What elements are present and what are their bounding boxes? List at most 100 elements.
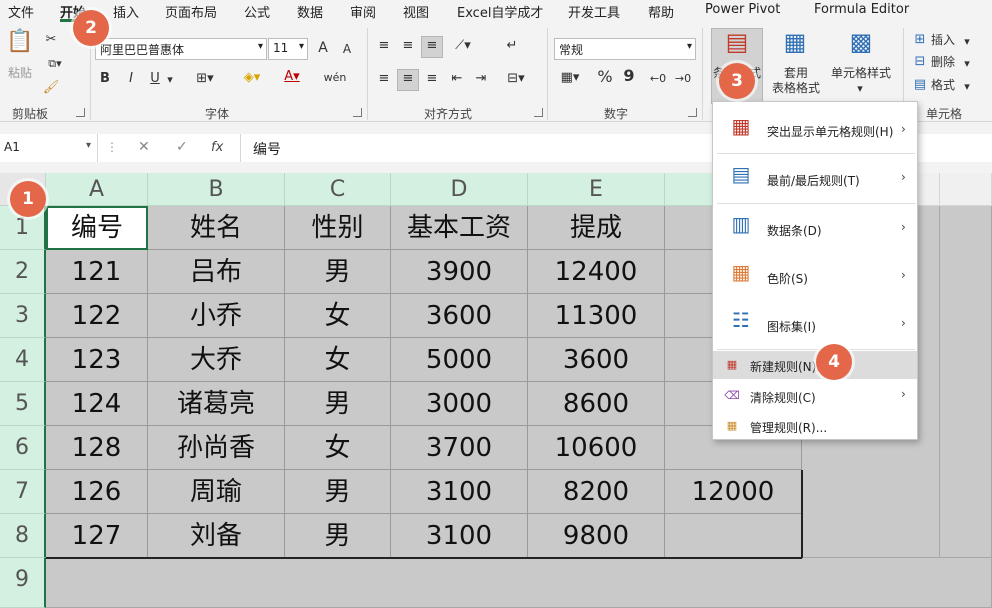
decrease-indent-icon[interactable]: ⇤ — [449, 71, 465, 87]
table-cell[interactable]: 吕布 — [148, 250, 285, 294]
table-cell[interactable]: 128 — [46, 426, 148, 470]
table-cell[interactable]: 3100 — [391, 470, 528, 514]
insert-cells-icon[interactable]: ⊞ — [912, 32, 928, 48]
cut-icon[interactable]: ✂ — [42, 32, 60, 48]
table-cell[interactable]: 8200 — [528, 470, 665, 514]
table-cell[interactable]: 9800 — [528, 514, 665, 558]
insert-function-icon[interactable]: fx — [211, 140, 223, 168]
table-cell[interactable]: 3100 — [391, 514, 528, 558]
table-cell[interactable]: 12000 — [665, 470, 802, 514]
cell-d1[interactable]: 基本工资 — [391, 206, 528, 250]
number-format-select[interactable]: 常规 ▾ — [554, 38, 696, 60]
comma-style-icon[interactable]: 9 — [622, 68, 636, 84]
tab-excel-self-study[interactable]: Excel自学成才 — [457, 2, 543, 21]
table-cell[interactable]: 122 — [46, 294, 148, 338]
chevron-down-icon[interactable]: ▾ — [962, 56, 972, 72]
table-cell[interactable]: 121 — [46, 250, 148, 294]
table-cell[interactable]: 3700 — [391, 426, 528, 470]
grow-font-icon[interactable]: A — [314, 40, 332, 56]
empty-row-9[interactable] — [46, 558, 992, 608]
row-header-2[interactable]: 2 — [0, 250, 46, 294]
number-launcher-icon[interactable] — [688, 108, 697, 117]
align-left-icon[interactable]: ≡ — [376, 71, 392, 87]
tab-review[interactable]: 审阅 — [350, 2, 376, 21]
menu-item-new-rule[interactable]: ▦ 新建规则(N)... — [713, 351, 917, 379]
cell-b1[interactable]: 姓名 — [148, 206, 285, 250]
wrap-text-icon[interactable]: ↵ — [503, 38, 521, 54]
orientation-icon[interactable]: ⟋▾ — [449, 38, 477, 54]
table-cell[interactable]: 8600 — [528, 382, 665, 426]
menu-item-data-bars[interactable]: ▥ 数据条(D) › — [713, 206, 917, 252]
table-cell[interactable]: 124 — [46, 382, 148, 426]
paste-icon[interactable]: 📋 — [6, 34, 34, 62]
menu-item-color-scales[interactable]: ▦ 色阶(S) › — [713, 254, 917, 300]
format-as-table-label-2[interactable]: 表格格式 — [762, 81, 830, 96]
table-cell[interactable]: 男 — [285, 514, 391, 558]
merge-center-icon[interactable]: ⊟▾ — [503, 71, 529, 87]
tab-file[interactable]: 文件 — [8, 2, 34, 21]
table-cell[interactable]: 3900 — [391, 250, 528, 294]
chevron-down-icon[interactable]: ▾ — [962, 79, 972, 95]
row-header-4[interactable]: 4 — [0, 338, 46, 382]
tab-formula-editor[interactable]: Formula Editor — [814, 2, 909, 17]
table-cell[interactable] — [665, 514, 802, 558]
fill-color-icon[interactable]: ◈▾ — [238, 70, 266, 86]
enter-icon[interactable]: ✓ — [176, 139, 188, 167]
chevron-down-icon[interactable]: ▾ — [853, 81, 867, 97]
cell-a1[interactable]: 编号 — [46, 206, 148, 250]
table-cell[interactable]: 3000 — [391, 382, 528, 426]
align-top-icon[interactable]: ≡ — [376, 38, 392, 54]
cell-styles-icon[interactable]: ▩ — [846, 34, 876, 62]
name-box[interactable]: A1 ▾ — [0, 134, 98, 162]
tab-page-layout[interactable]: 页面布局 — [165, 2, 217, 21]
row-header-5[interactable]: 5 — [0, 382, 46, 426]
table-cell[interactable]: 3600 — [528, 338, 665, 382]
percent-icon[interactable]: % — [596, 69, 614, 85]
shrink-font-icon[interactable]: A — [338, 41, 356, 57]
menu-item-icon-sets[interactable]: ☷ 图标集(I) › — [713, 302, 917, 348]
font-name-select[interactable]: 阿里巴巴普惠体 ▾ — [95, 38, 267, 60]
table-cell[interactable]: 刘备 — [148, 514, 285, 558]
table-cell[interactable]: 小乔 — [148, 294, 285, 338]
copy-icon[interactable]: ⧉▾ — [42, 56, 68, 72]
table-cell[interactable]: 126 — [46, 470, 148, 514]
menu-item-highlight-cells-rules[interactable]: ▦ 突出显示单元格规则(H) › — [713, 108, 917, 152]
table-cell[interactable]: 127 — [46, 514, 148, 558]
tab-formulas[interactable]: 公式 — [244, 2, 270, 21]
column-header-b[interactable]: B — [148, 173, 285, 206]
table-cell[interactable]: 11300 — [528, 294, 665, 338]
row-header-7[interactable]: 7 — [0, 470, 46, 514]
format-painter-icon[interactable]: 🖌 — [42, 80, 60, 96]
decrease-decimal-icon[interactable]: →0 — [673, 71, 693, 87]
paste-label[interactable]: 粘贴 — [4, 66, 36, 81]
row-header-8[interactable]: 8 — [0, 514, 46, 558]
menu-item-top-bottom-rules[interactable]: ▤ 最前/最后规则(T) › — [713, 156, 917, 202]
underline-button[interactable]: U — [148, 71, 162, 87]
table-cell[interactable]: 男 — [285, 470, 391, 514]
tab-data[interactable]: 数据 — [297, 2, 323, 21]
column-header-h[interactable] — [940, 173, 992, 206]
empty-region-h[interactable] — [940, 206, 992, 558]
table-cell[interactable]: 10600 — [528, 426, 665, 470]
table-cell[interactable]: 123 — [46, 338, 148, 382]
row-header-9[interactable]: 9 — [0, 558, 46, 608]
tab-help[interactable]: 帮助 — [648, 2, 674, 21]
tab-power-pivot[interactable]: Power Pivot — [705, 2, 780, 17]
chevron-down-icon[interactable]: ▾ — [962, 34, 972, 50]
increase-decimal-icon[interactable]: ←0 — [648, 71, 668, 87]
column-header-c[interactable]: C — [285, 173, 391, 206]
align-right-icon[interactable]: ≡ — [424, 71, 440, 87]
column-header-a[interactable]: A — [46, 173, 148, 206]
table-cell[interactable]: 周瑜 — [148, 470, 285, 514]
table-cell[interactable]: 男 — [285, 250, 391, 294]
format-cells-label[interactable]: 格式 — [931, 78, 955, 93]
column-header-e[interactable]: E — [528, 173, 665, 206]
menu-item-clear-rules[interactable]: ⌫ 清除规则(C) › — [713, 382, 917, 410]
insert-cells-label[interactable]: 插入 — [931, 33, 955, 48]
phonetic-icon[interactable]: wén — [320, 70, 350, 86]
font-color-icon[interactable]: A▾ — [278, 69, 306, 85]
cell-c1[interactable]: 性别 — [285, 206, 391, 250]
table-cell[interactable]: 女 — [285, 426, 391, 470]
alignment-launcher-icon[interactable] — [534, 108, 543, 117]
italic-button[interactable]: I — [124, 71, 138, 87]
